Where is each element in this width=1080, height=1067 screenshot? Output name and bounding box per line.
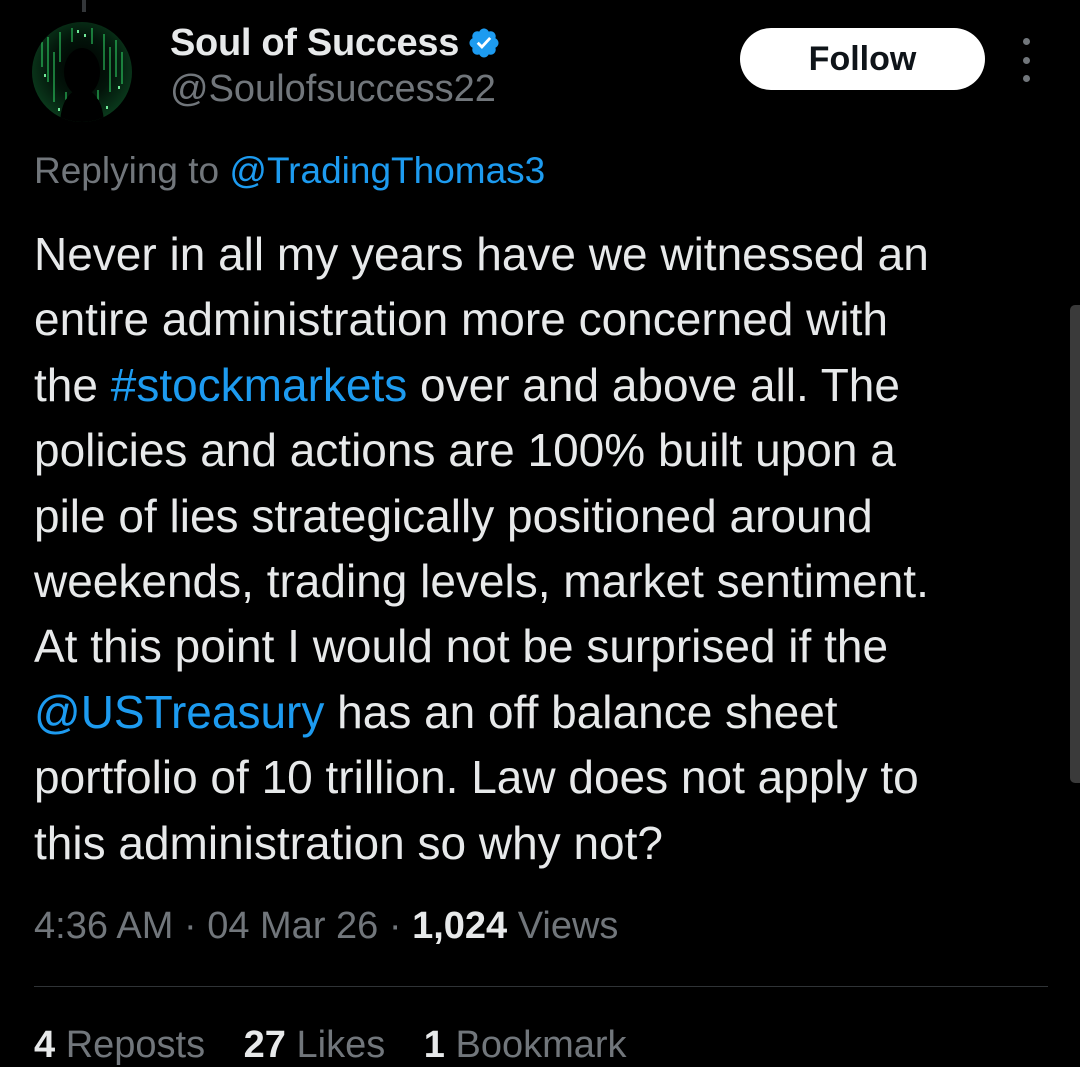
author-handle[interactable]: @Soulofsuccess22 [170,68,496,111]
reposts-count: 4 [34,1024,56,1066]
reply-context: Replying to @TradingThomas3 [34,150,545,192]
author-name-row[interactable]: Soul of Success [170,18,501,68]
mention-link[interactable]: @USTreasury [34,686,324,738]
tweet-line: policies and actions are 100% built upon… [34,418,1054,483]
author-display-name[interactable]: Soul of Success [170,22,459,65]
tweet-date[interactable]: 04 Mar 26 [207,905,378,947]
bookmarks-stat[interactable]: 1 Bookmark [424,1024,627,1066]
tweet-line: At this point I would not be surprised i… [34,614,1054,679]
tweet-line: pile of lies strategically positioned ar… [34,484,1054,549]
avatar[interactable] [32,22,132,122]
reply-mention-link[interactable]: @TradingThomas3 [229,150,545,191]
tweet-text-segment: policies and actions are 100% built upon… [34,424,896,477]
tweet-text-segment: weekends, trading levels, market sentime… [34,554,929,607]
tweet-line: entire administration more concerned wit… [34,287,1054,352]
tweet-text-segment: portfolio of 10 trillion. Law does not a… [34,751,919,804]
tweet-line: Never in all my years have we witnessed … [34,222,1054,287]
stats-divider [34,986,1048,987]
follow-button[interactable]: Follow [740,28,985,90]
tweet-text-segment: the [34,358,111,411]
more-dot [1022,75,1030,82]
hashtag-link[interactable]: #stockmarkets [111,359,408,411]
likes-label: Likes [285,1024,386,1066]
more-dot [1022,38,1030,45]
meta-separator: · [173,905,208,947]
reposts-label: Reposts [55,1024,206,1066]
likes-stat[interactable]: 27 Likes [244,1024,386,1066]
scrollbar[interactable] [1070,305,1080,783]
avatar-image [32,22,132,122]
bookmarks-count: 1 [423,1024,445,1066]
verified-badge-icon [469,28,499,58]
views-count: 1,024 [412,905,508,947]
tweet-line: @USTreasury has an off balance sheet [34,680,1054,745]
tweet-text-segment: this administration so why not? [34,816,663,869]
more-dot [1022,56,1030,64]
tweet-text-segment: Never in all my years have we witnessed … [34,228,929,280]
engagement-stats: 4 Reposts 27 Likes 1 Bookmark [34,1024,655,1067]
reposts-stat[interactable]: 4 Reposts [34,1024,205,1066]
bookmarks-label: Bookmark [444,1024,627,1066]
likes-count: 27 [243,1024,286,1066]
tweet-text-segment: At this point I would not be surprised i… [34,620,889,673]
thread-connector-line [82,0,86,12]
tweet-line: the #stockmarkets over and above all. Th… [34,353,1054,418]
tweet-metadata: 4:36 AM · 04 Mar 26 · 1,024 Views [34,905,618,948]
reply-prefix: Replying to [34,150,220,191]
tweet-text-segment: entire administration more concerned wit… [34,293,888,346]
meta-separator: · [378,905,413,947]
tweet-time[interactable]: 4:36 AM [34,905,173,947]
tweet-text: Never in all my years have we witnessed … [34,222,1054,876]
views-label: Views [507,905,619,947]
tweet-line: weekends, trading levels, market sentime… [34,549,1054,614]
tweet-line: this administration so why not? [34,811,1054,876]
more-options-icon[interactable] [1012,38,1040,82]
tweet-text-segment: over and above all. The [407,358,900,411]
tweet-line: portfolio of 10 trillion. Law does not a… [34,745,1054,810]
tweet-text-segment: has an off balance sheet [324,685,838,738]
tweet-text-segment: pile of lies strategically positioned ar… [34,489,873,542]
